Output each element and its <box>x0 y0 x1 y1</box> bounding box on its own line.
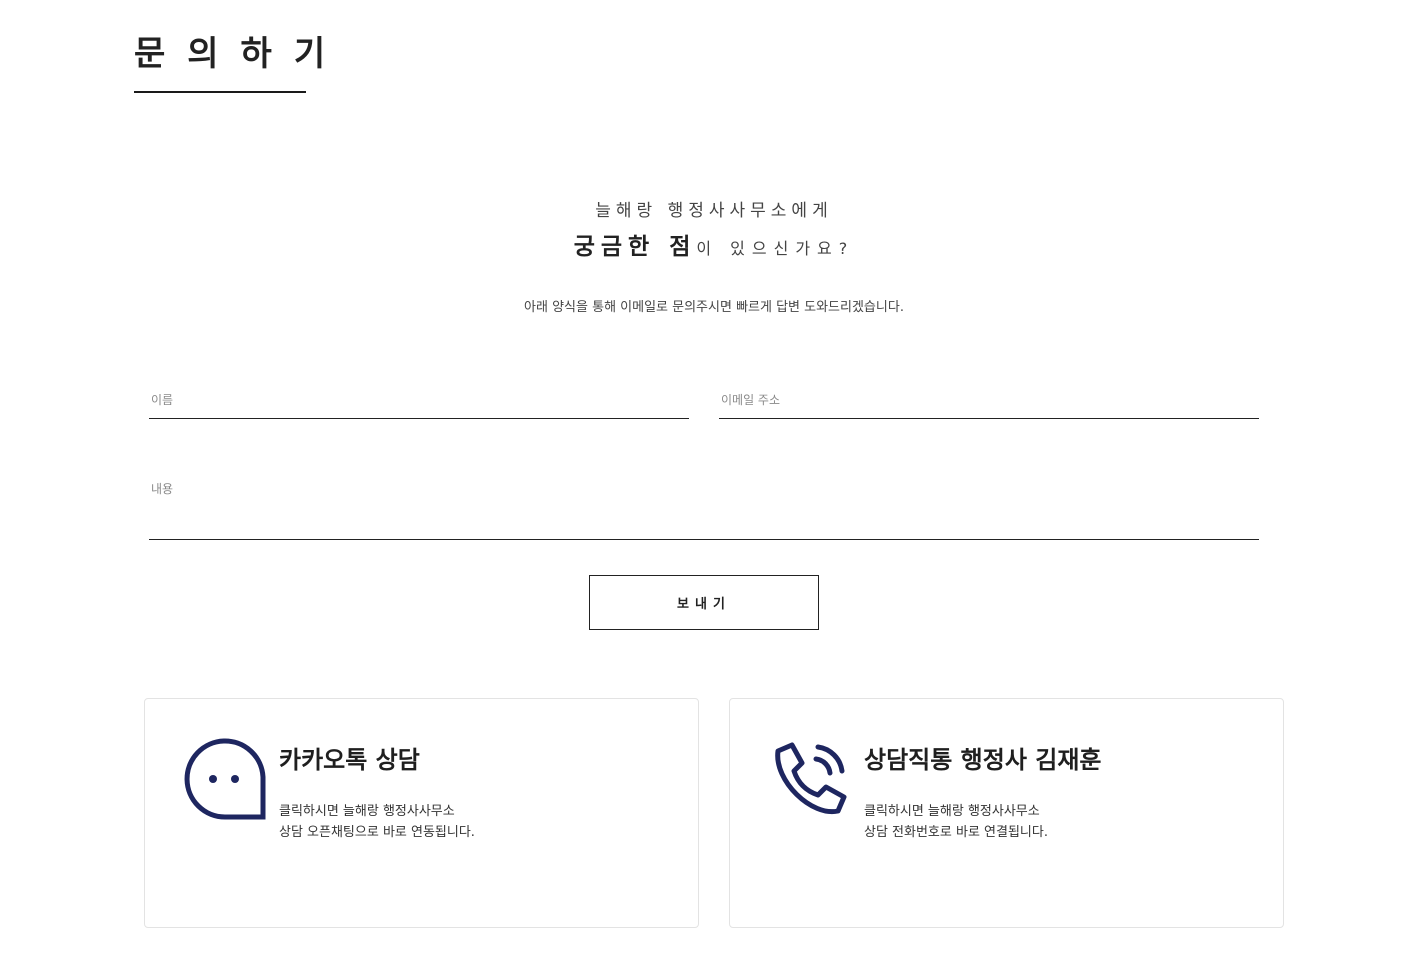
kakao-card-title: 카카오톡 상담 <box>279 746 420 774</box>
phone-card-desc-line1: 클릭하시면 늘해랑 행정사사무소 <box>864 804 1040 819</box>
message-textarea[interactable] <box>149 478 1259 530</box>
name-field-wrapper <box>149 389 689 419</box>
page-title: 문의하기 <box>134 34 348 74</box>
kakao-card-desc-line2: 상담 오픈채팅으로 바로 연동됩니다. <box>279 825 475 840</box>
kakao-card-description: 클릭하시면 늘해랑 행정사사무소 상담 오픈채팅으로 바로 연동됩니다. <box>279 801 475 843</box>
title-underline <box>134 91 306 93</box>
phone-card-desc-line2: 상담 전화번호로 바로 연결됩니다. <box>864 825 1048 840</box>
email-field-wrapper <box>719 389 1259 419</box>
intro-headline-rest: 이 있으신가요? <box>696 239 855 258</box>
kakao-card-desc-line1: 클릭하시면 늘해랑 행정사사무소 <box>279 804 455 819</box>
email-input[interactable] <box>719 389 1259 411</box>
chat-bubble-icon <box>184 738 266 820</box>
phone-consult-card[interactable]: 상담직통 행정사 김재훈 클릭하시면 늘해랑 행정사사무소 상담 전화번호로 바… <box>729 698 1284 928</box>
intro-headline-strong: 궁금한 점 <box>573 234 697 260</box>
kakao-consult-card[interactable]: 카카오톡 상담 클릭하시면 늘해랑 행정사사무소 상담 오픈채팅으로 바로 연동… <box>144 698 699 928</box>
phone-card-title: 상담직통 행정사 김재훈 <box>864 746 1102 774</box>
phone-card-description: 클릭하시면 늘해랑 행정사사무소 상담 전화번호로 바로 연결됩니다. <box>864 801 1048 843</box>
intro-description: 아래 양식을 통해 이메일로 문의주시면 빠르게 답변 도와드리겠습니다. <box>524 300 904 315</box>
send-button[interactable]: 보내기 <box>589 575 819 630</box>
intro-subtitle: 늘해랑 행정사사무소에게 <box>595 201 833 221</box>
message-field-wrapper <box>149 478 1259 540</box>
phone-call-icon <box>775 742 847 815</box>
intro-headline: 궁금한 점이 있으신가요? <box>0 230 1428 266</box>
name-input[interactable] <box>149 389 689 411</box>
